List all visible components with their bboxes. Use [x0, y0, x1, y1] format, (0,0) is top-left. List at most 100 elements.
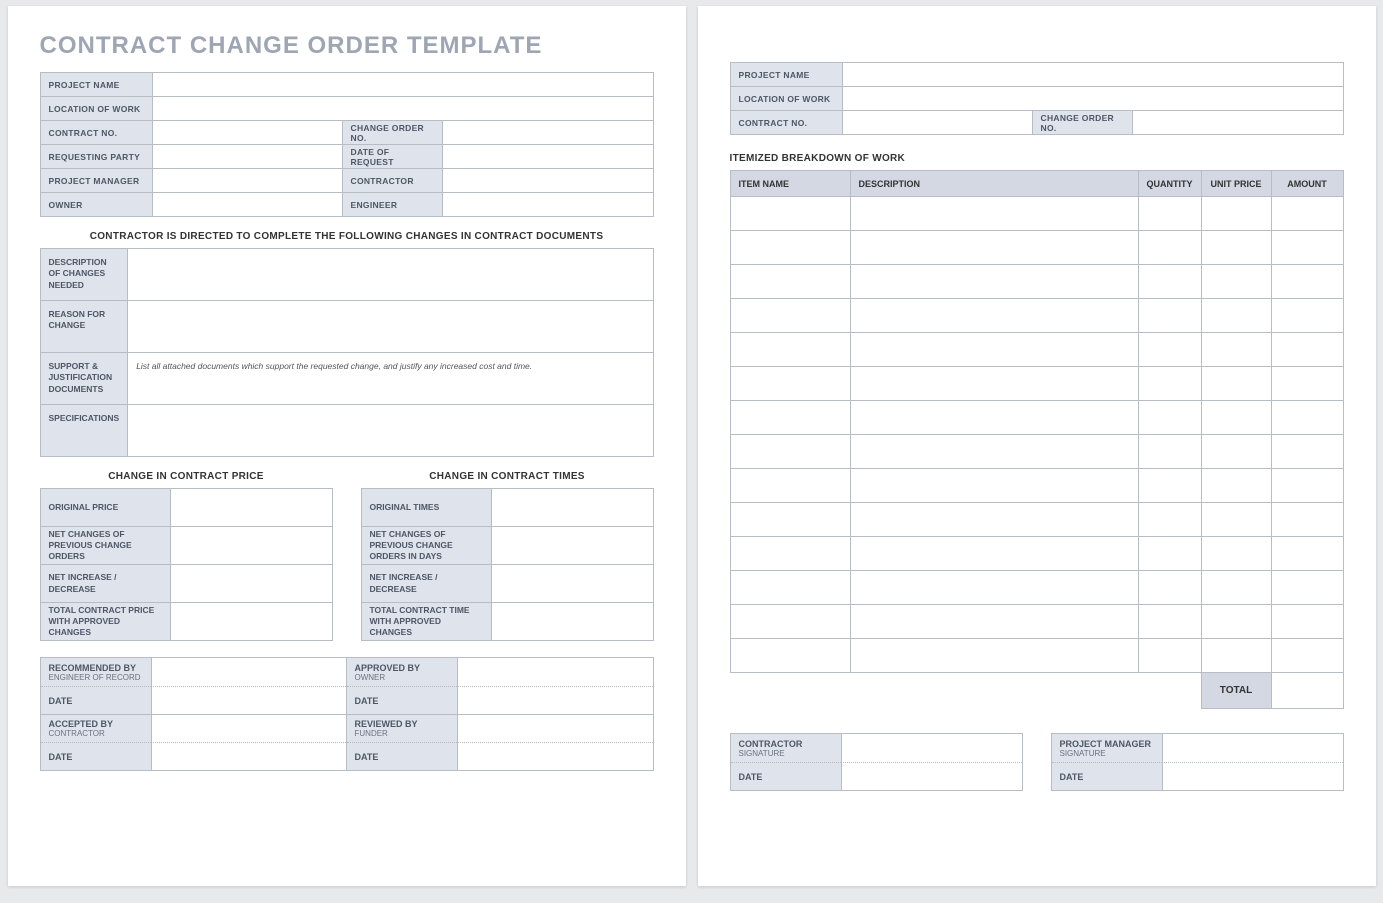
item-cell[interactable]	[850, 401, 1138, 435]
item-cell[interactable]	[1138, 571, 1201, 605]
recommended-by-date-field[interactable]	[151, 686, 346, 714]
item-cell[interactable]	[730, 537, 850, 571]
location-of-work-field[interactable]	[152, 97, 653, 121]
item-cell[interactable]	[1201, 469, 1271, 503]
item-cell[interactable]	[1138, 469, 1201, 503]
change-order-no-field[interactable]	[442, 121, 653, 145]
item-cell[interactable]	[730, 333, 850, 367]
support-docs-field[interactable]: List all attached documents which suppor…	[128, 353, 653, 405]
original-times-field[interactable]	[491, 489, 653, 527]
net-increase-price-field[interactable]	[170, 565, 332, 603]
item-cell[interactable]	[1271, 299, 1343, 333]
contractor-date-field[interactable]	[841, 762, 1022, 790]
item-cell[interactable]	[1271, 605, 1343, 639]
net-changes-time-field[interactable]	[491, 527, 653, 565]
requesting-party-field[interactable]	[152, 145, 342, 169]
recommended-by-field[interactable]	[151, 658, 346, 686]
item-cell[interactable]	[1138, 401, 1201, 435]
item-cell[interactable]	[850, 435, 1138, 469]
item-cell[interactable]	[1138, 197, 1201, 231]
accepted-by-date-field[interactable]	[151, 742, 346, 770]
item-cell[interactable]	[1271, 265, 1343, 299]
date-of-request-field[interactable]	[442, 145, 653, 169]
item-cell[interactable]	[730, 401, 850, 435]
engineer-field[interactable]	[442, 193, 653, 217]
item-cell[interactable]	[1201, 367, 1271, 401]
contract-no-field[interactable]	[152, 121, 342, 145]
item-cell[interactable]	[1138, 503, 1201, 537]
item-cell[interactable]	[1138, 231, 1201, 265]
item-cell[interactable]	[1201, 401, 1271, 435]
reviewed-by-field[interactable]	[457, 714, 653, 742]
change-order-no-field[interactable]	[1132, 111, 1343, 135]
item-cell[interactable]	[1271, 401, 1343, 435]
project-name-field[interactable]	[842, 63, 1343, 87]
contract-no-field[interactable]	[842, 111, 1032, 135]
item-cell[interactable]	[1138, 367, 1201, 401]
project-name-field[interactable]	[152, 73, 653, 97]
item-cell[interactable]	[1201, 537, 1271, 571]
item-cell[interactable]	[850, 299, 1138, 333]
item-cell[interactable]	[1271, 367, 1343, 401]
item-cell[interactable]	[730, 299, 850, 333]
item-cell[interactable]	[730, 639, 850, 673]
item-cell[interactable]	[730, 367, 850, 401]
pm-date-field[interactable]	[1162, 762, 1343, 790]
item-cell[interactable]	[850, 333, 1138, 367]
item-cell[interactable]	[1138, 605, 1201, 639]
pm-signature-field[interactable]	[1162, 734, 1343, 762]
item-cell[interactable]	[1201, 571, 1271, 605]
net-increase-time-field[interactable]	[491, 565, 653, 603]
item-cell[interactable]	[850, 571, 1138, 605]
accepted-by-field[interactable]	[151, 714, 346, 742]
item-cell[interactable]	[850, 265, 1138, 299]
item-cell[interactable]	[1138, 435, 1201, 469]
total-time-field[interactable]	[491, 603, 653, 641]
contractor-field[interactable]	[442, 169, 653, 193]
net-changes-price-field[interactable]	[170, 527, 332, 565]
item-cell[interactable]	[730, 503, 850, 537]
location-of-work-field[interactable]	[842, 87, 1343, 111]
approved-by-field[interactable]	[457, 658, 653, 686]
item-cell[interactable]	[850, 537, 1138, 571]
item-cell[interactable]	[1271, 639, 1343, 673]
item-cell[interactable]	[1271, 435, 1343, 469]
item-cell[interactable]	[730, 605, 850, 639]
item-cell[interactable]	[850, 367, 1138, 401]
owner-field[interactable]	[152, 193, 342, 217]
item-cell[interactable]	[850, 605, 1138, 639]
item-cell[interactable]	[850, 639, 1138, 673]
item-cell[interactable]	[1271, 231, 1343, 265]
project-manager-field[interactable]	[152, 169, 342, 193]
item-cell[interactable]	[730, 231, 850, 265]
item-cell[interactable]	[1271, 333, 1343, 367]
item-cell[interactable]	[1138, 265, 1201, 299]
item-cell[interactable]	[1138, 537, 1201, 571]
specifications-field[interactable]	[128, 405, 653, 457]
original-price-field[interactable]	[170, 489, 332, 527]
item-cell[interactable]	[1201, 639, 1271, 673]
item-cell[interactable]	[1201, 333, 1271, 367]
total-price-field[interactable]	[170, 603, 332, 641]
item-cell[interactable]	[730, 265, 850, 299]
item-cell[interactable]	[850, 503, 1138, 537]
item-cell[interactable]	[850, 231, 1138, 265]
item-cell[interactable]	[1201, 299, 1271, 333]
item-cell[interactable]	[1201, 197, 1271, 231]
item-cell[interactable]	[1138, 333, 1201, 367]
item-cell[interactable]	[1271, 197, 1343, 231]
item-cell[interactable]	[1201, 265, 1271, 299]
item-cell[interactable]	[1201, 605, 1271, 639]
description-of-changes-field[interactable]	[128, 249, 653, 301]
item-cell[interactable]	[850, 197, 1138, 231]
item-cell[interactable]	[850, 469, 1138, 503]
contractor-signature-field[interactable]	[841, 734, 1022, 762]
item-cell[interactable]	[1201, 435, 1271, 469]
item-cell[interactable]	[1201, 231, 1271, 265]
item-cell[interactable]	[1201, 503, 1271, 537]
approved-by-date-field[interactable]	[457, 686, 653, 714]
item-cell[interactable]	[730, 435, 850, 469]
item-cell[interactable]	[1271, 537, 1343, 571]
item-cell[interactable]	[730, 197, 850, 231]
item-cell[interactable]	[730, 571, 850, 605]
